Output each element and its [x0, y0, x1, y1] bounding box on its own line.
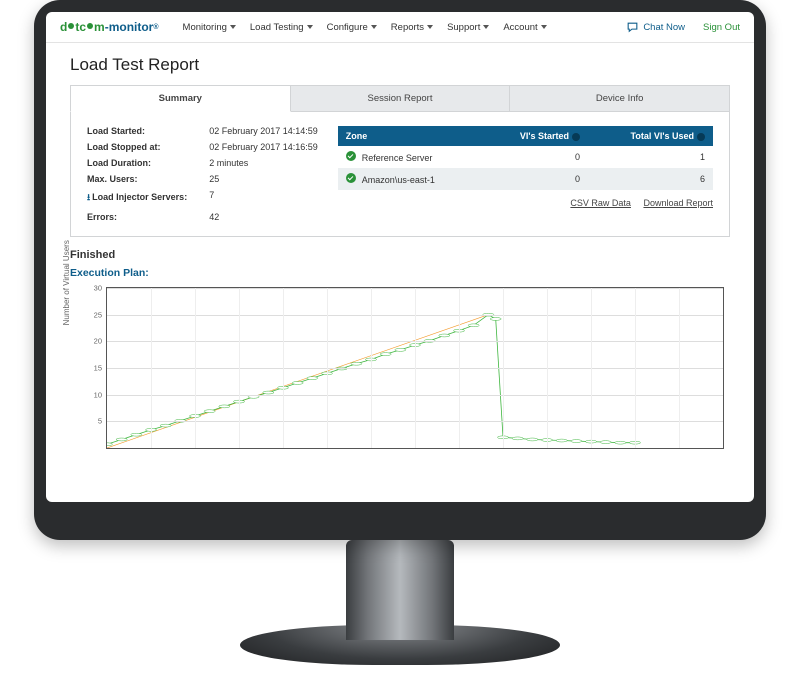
meta-label: Load Duration:	[87, 158, 187, 168]
logo-dot-icon	[87, 23, 93, 29]
chat-now-label: Chat Now	[643, 22, 685, 33]
nav-label: Reports	[391, 22, 424, 33]
tabs: Summary Session Report Device Info	[70, 85, 730, 112]
monitor-neck	[346, 540, 454, 640]
meta-label: Errors:	[87, 212, 187, 222]
nav-reports[interactable]: Reports	[391, 22, 433, 33]
execution-plan-title: Execution Plan:	[70, 267, 730, 279]
chart-y-tick: 30	[94, 284, 102, 293]
chart-y-tick: 5	[98, 417, 102, 426]
meta-label: Load Started:	[87, 126, 187, 136]
chevron-down-icon	[541, 25, 547, 29]
download-report-link[interactable]: Download Report	[643, 198, 713, 208]
tab-summary[interactable]: Summary	[70, 85, 291, 112]
logo-text: d	[60, 20, 67, 34]
nav-configure[interactable]: Configure	[327, 22, 377, 33]
chevron-down-icon	[483, 25, 489, 29]
status-finished: Finished	[70, 249, 730, 261]
zone-name: Reference Server	[362, 153, 433, 163]
page-body: Load Test Report Summary Session Report …	[46, 43, 754, 502]
nav-label: Account	[503, 22, 537, 33]
chevron-down-icon	[307, 25, 313, 29]
meta-label: Max. Users:	[87, 174, 187, 184]
zone-table-wrap: Zone VI's Started Total VI's Used Refere…	[338, 126, 713, 222]
topbar-right: Chat Now Sign Out	[626, 21, 740, 34]
summary-panel: Load Started: 02 February 2017 14:14:59 …	[70, 112, 730, 237]
nav-support[interactable]: Support	[447, 22, 489, 33]
status-ok-icon	[346, 151, 356, 161]
meta-value: 02 February 2017 14:14:59	[209, 126, 318, 136]
chat-bubble-icon	[626, 21, 639, 34]
chevron-down-icon	[371, 25, 377, 29]
nav-load-testing[interactable]: Load Testing	[250, 22, 313, 33]
meta-table: Load Started: 02 February 2017 14:14:59 …	[87, 126, 318, 222]
chart-y-axis-label: Number of Virtual Users	[62, 240, 71, 325]
main-nav: Monitoring Load Testing Configure Report…	[183, 22, 547, 33]
meta-value: 7	[209, 190, 318, 206]
screen: dtcm-monitor® Monitoring Load Testing Co…	[46, 12, 754, 502]
meta-value: 02 February 2017 14:16:59	[209, 142, 318, 152]
chevron-down-icon	[230, 25, 236, 29]
csv-raw-data-link[interactable]: CSV Raw Data	[570, 198, 631, 208]
nav-label: Support	[447, 22, 480, 33]
chevron-down-icon	[427, 25, 433, 29]
sign-out-link[interactable]: Sign Out	[703, 22, 740, 33]
info-icon[interactable]	[572, 133, 580, 141]
info-icon[interactable]	[697, 133, 705, 141]
chart-y-tick: 10	[94, 390, 102, 399]
export-links: CSV Raw Data Download Report	[338, 198, 713, 208]
zone-col-header: VI's Started	[483, 126, 588, 146]
download-icon: ⭳	[87, 192, 90, 202]
topbar: dtcm-monitor® Monitoring Load Testing Co…	[46, 12, 754, 43]
app: dtcm-monitor® Monitoring Load Testing Co…	[46, 12, 754, 502]
logo-dot-icon	[68, 23, 74, 29]
chart-y-tick: 15	[94, 364, 102, 373]
zone-name: Amazon\us-east-1	[362, 175, 435, 185]
execution-plan-chart: Number of Virtual Users 51015202530	[70, 283, 730, 453]
zone-table: Zone VI's Started Total VI's Used Refere…	[338, 126, 713, 190]
zone-used: 1	[588, 146, 713, 168]
nav-label: Load Testing	[250, 22, 304, 33]
zone-row: Reference Server 0 1	[338, 146, 713, 168]
meta-value: 2 minutes	[209, 158, 318, 168]
monitor-frame: dtcm-monitor® Monitoring Load Testing Co…	[34, 0, 766, 540]
nav-label: Configure	[327, 22, 368, 33]
chart-y-tick: 20	[94, 337, 102, 346]
chart-y-tick: 25	[94, 310, 102, 319]
nav-account[interactable]: Account	[503, 22, 546, 33]
tab-device-info[interactable]: Device Info	[510, 85, 730, 112]
chat-now-link[interactable]: Chat Now	[626, 21, 685, 34]
nav-monitoring[interactable]: Monitoring	[183, 22, 236, 33]
zone-row: Amazon\us-east-1 0 6	[338, 168, 713, 190]
meta-value: 25	[209, 174, 318, 184]
zone-col-header: Zone	[338, 126, 483, 146]
chart-plot-area: 51015202530	[106, 287, 724, 449]
logo[interactable]: dtcm-monitor®	[60, 20, 159, 34]
zone-col-header: Total VI's Used	[588, 126, 713, 146]
zone-used: 6	[588, 168, 713, 190]
tab-session-report[interactable]: Session Report	[291, 85, 511, 112]
zone-started: 0	[483, 168, 588, 190]
page-title: Load Test Report	[70, 55, 730, 75]
meta-label: ⭳Load Injector Servers:	[87, 190, 187, 206]
zone-started: 0	[483, 146, 588, 168]
meta-label: Load Stopped at:	[87, 142, 187, 152]
status-ok-icon	[346, 173, 356, 183]
nav-label: Monitoring	[183, 22, 227, 33]
meta-value: 42	[209, 212, 318, 222]
